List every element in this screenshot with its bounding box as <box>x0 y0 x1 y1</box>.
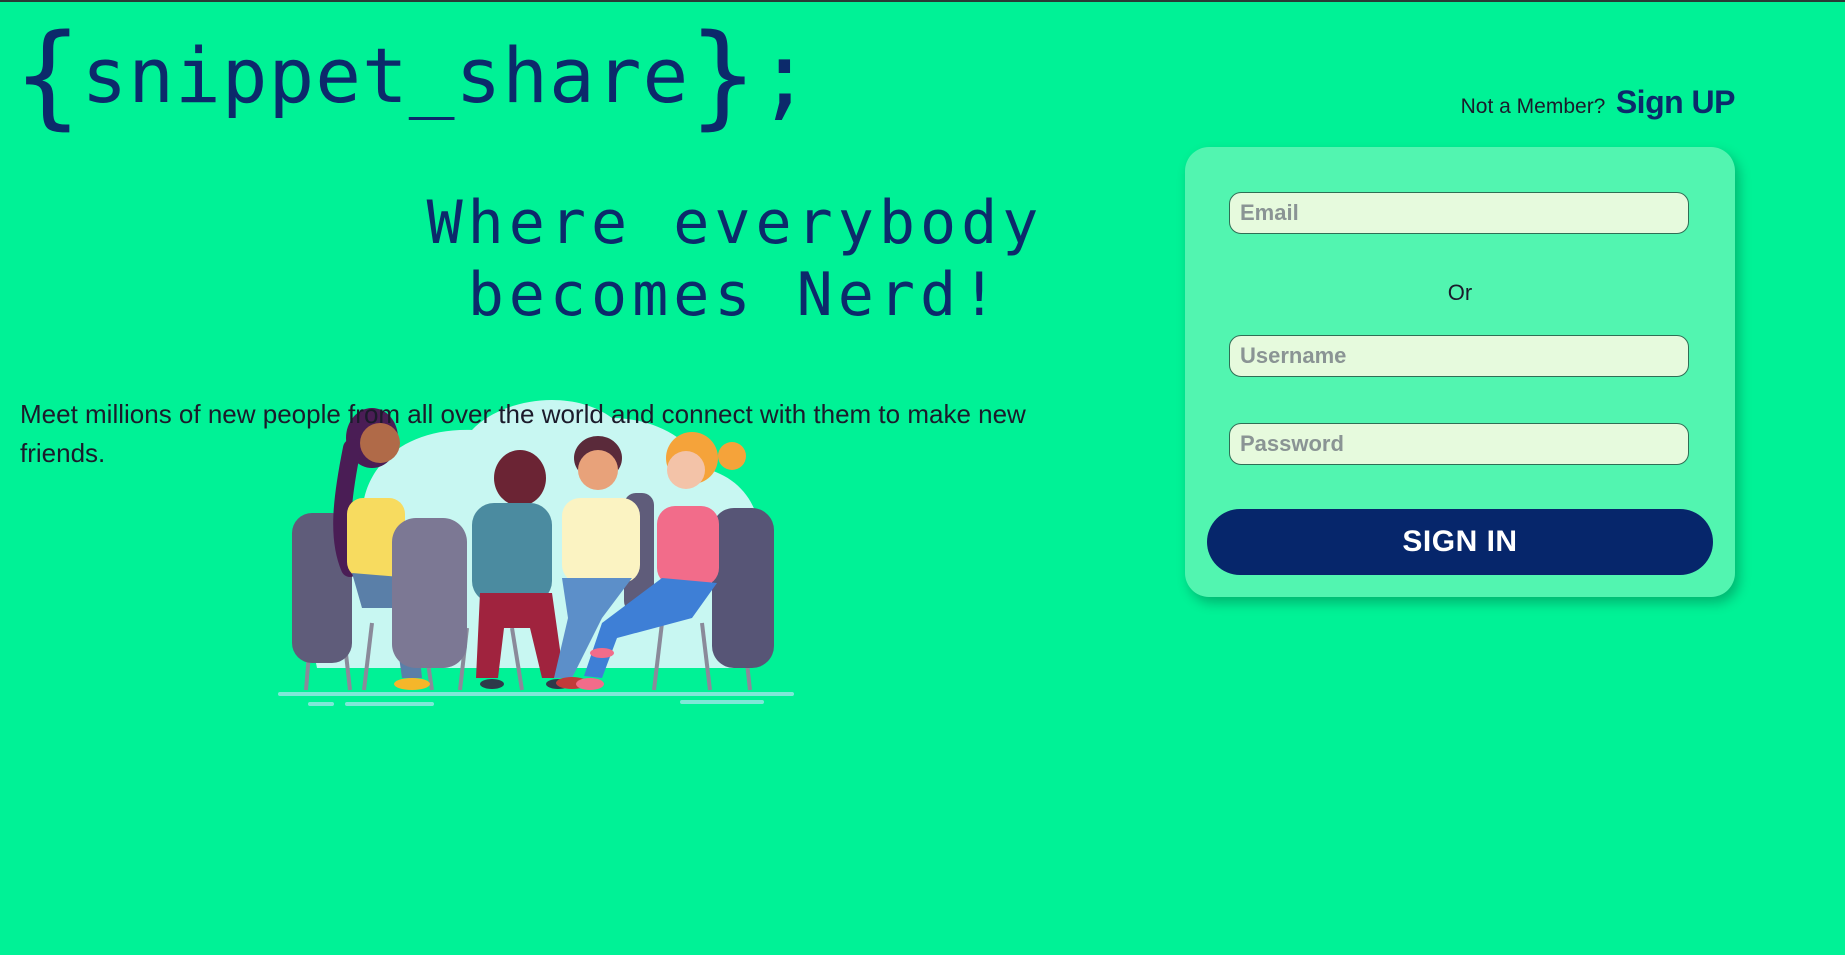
logo-close-brace: } <box>689 11 757 141</box>
username-field[interactable] <box>1229 335 1689 377</box>
email-field[interactable] <box>1229 192 1689 234</box>
hero-description: Meet millions of new people from all ove… <box>20 399 1026 468</box>
password-field[interactable] <box>1229 423 1689 465</box>
logo-text: snippet_share <box>81 31 690 120</box>
logo-semicolon: ; <box>756 22 813 129</box>
not-member-text: Not a Member? <box>1460 95 1606 118</box>
sign-in-button[interactable]: SIGN IN <box>1207 509 1713 575</box>
tagline-line-2: becomes Nerd! <box>467 260 1003 330</box>
brand-logo[interactable]: {snippet_share}; <box>14 20 812 132</box>
tagline-line-1: Where everybody <box>426 188 1044 258</box>
login-card: Or SIGN IN <box>1185 147 1735 597</box>
hero-tagline: Where everybody becomes Nerd! <box>410 187 1060 331</box>
sign-up-link[interactable]: Sign UP <box>1616 84 1736 120</box>
logo-open-brace: { <box>14 11 82 141</box>
signup-prompt: Not a Member? Sign UP <box>1460 84 1736 121</box>
or-divider: Or <box>1447 280 1473 305</box>
